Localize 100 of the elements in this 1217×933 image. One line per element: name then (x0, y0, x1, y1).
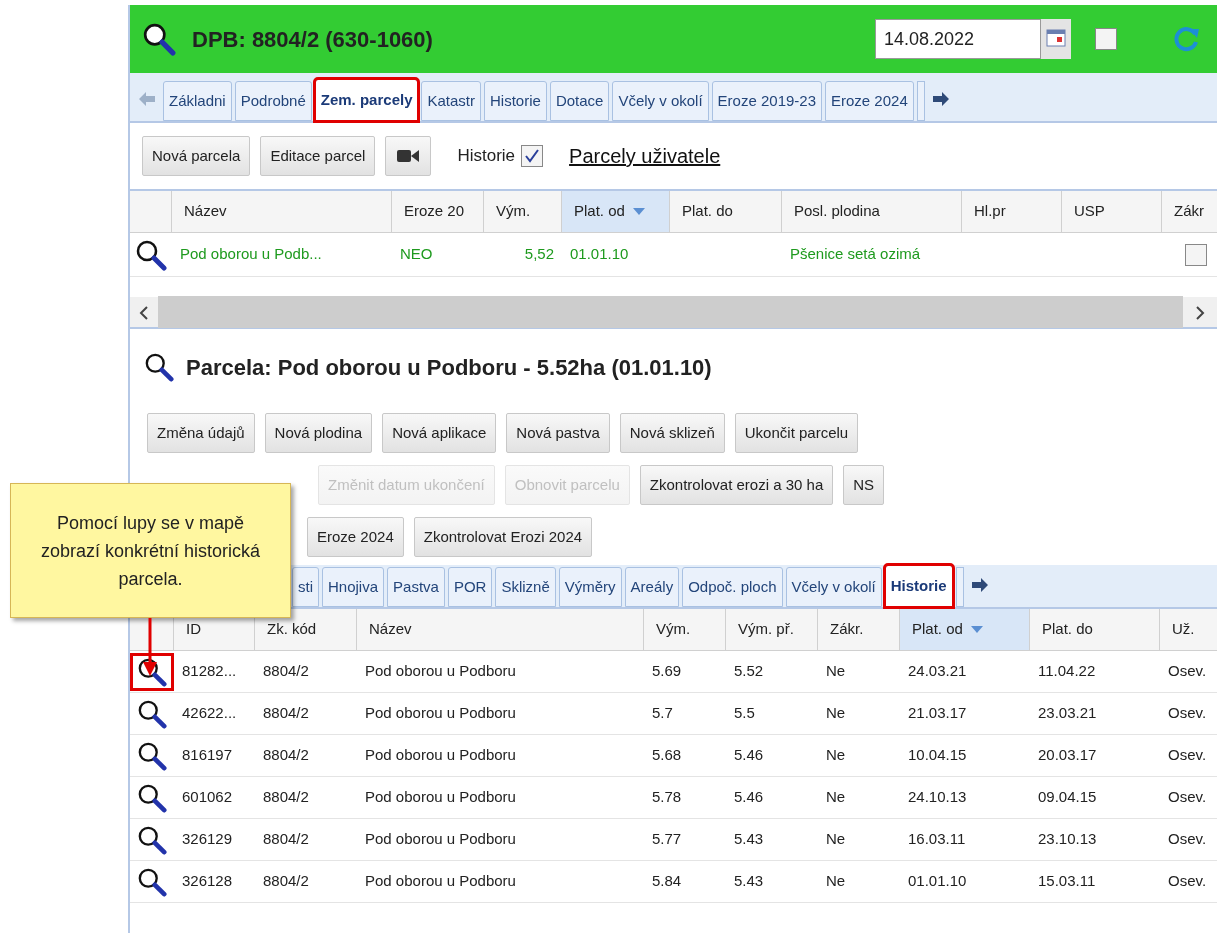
table-cell-text: Osev. (1168, 787, 1207, 808)
tab[interactable]: Areály (624, 567, 680, 607)
tab[interactable]: Zem. parcely (314, 79, 419, 121)
action-button[interactable]: Zkontrolovat Erozi 2024 (413, 517, 593, 557)
action-button[interactable]: Nová pastva (506, 413, 610, 453)
table-cell-text: Osev. (1168, 871, 1207, 892)
tab[interactable]: sti (292, 567, 319, 607)
table-cell-text: 8804/2 (263, 745, 309, 766)
column-header[interactable]: Zákr (1162, 191, 1217, 232)
table-cell-text: 5.7 (652, 703, 673, 724)
magnifier-icon[interactable] (137, 740, 167, 771)
table-cell-text: 8804/2 (263, 787, 309, 808)
right-arrow-icon[interactable] (931, 91, 950, 107)
magnifier-icon[interactable] (137, 782, 167, 813)
toolbar-button[interactable]: Editace parcel (260, 136, 376, 176)
magnifier-icon[interactable] (144, 352, 174, 382)
table-cell-text: 10.04.15 (908, 745, 967, 766)
table-cell-text: 5.46 (734, 787, 764, 808)
action-button[interactable]: Nová plodina (264, 413, 373, 453)
action-button[interactable]: Změna údajů (147, 413, 255, 453)
table-cell-text: Pod oborou u Podboru (365, 787, 516, 808)
column-header[interactable]: Plat. do (670, 191, 782, 232)
tab[interactable]: Výměry (558, 567, 622, 607)
table-cell-text: 8804/2 (263, 703, 309, 724)
tab[interactable]: Sklizně (495, 567, 556, 607)
table-cell-text: 8804/2 (263, 871, 309, 892)
column-header[interactable]: Eroze 20 (392, 191, 484, 232)
tab[interactable]: Včely v okolí (785, 567, 882, 607)
checkbox[interactable] (1095, 28, 1117, 50)
column-header[interactable]: Plat. od (562, 191, 670, 232)
right-arrow-icon[interactable] (970, 577, 989, 593)
column-header[interactable]: USP (1062, 191, 1162, 232)
tab[interactable]: Základni (163, 81, 232, 121)
tab[interactable]: POR (447, 567, 493, 607)
table-cell-text: NEO (400, 244, 433, 265)
table-cell-text: 81282... (182, 661, 237, 682)
pointer-arrow (143, 618, 157, 676)
scroll-right-icon[interactable] (1195, 305, 1205, 320)
video-button[interactable] (385, 136, 432, 176)
column-header[interactable]: Plat. od (900, 609, 1030, 650)
column-header[interactable]: Název (357, 609, 644, 650)
table-cell-text: Osev. (1168, 661, 1207, 682)
tab[interactable]: Katastr (421, 81, 481, 121)
tab[interactable]: Odpoč. ploch (682, 567, 783, 607)
sort-down-icon[interactable] (632, 207, 645, 216)
magnifier-icon[interactable] (137, 698, 167, 729)
callout-tooltip: Pomocí lupy se v mapě zobrazí konkrétní historická parcela. (10, 483, 291, 618)
table-cell-text: 816197 (182, 745, 233, 766)
table-cell-text: Pod oborou u Podboru (365, 703, 516, 724)
table-cell-text: 20.03.17 (1038, 745, 1097, 766)
magnifier-icon[interactable] (135, 238, 167, 271)
table-cell-text: Ne (826, 829, 846, 850)
column-header[interactable]: Posl. plodina (782, 191, 962, 232)
horizontal-scrollbar[interactable] (130, 297, 1217, 329)
history-checkbox[interactable] (521, 145, 544, 167)
magnifier-icon[interactable] (137, 866, 167, 897)
tab[interactable]: Historie (884, 565, 953, 607)
action-button[interactable]: Nová aplikace (382, 413, 497, 453)
action-button[interactable]: Nová sklizeň (619, 413, 725, 453)
table-cell-text: Ne (826, 661, 846, 682)
table-cell-text: 5.52 (734, 661, 764, 682)
tab[interactable]: Historie (484, 81, 547, 121)
magnifier-icon[interactable] (137, 824, 167, 855)
tab[interactable]: Eroze 2024 (825, 81, 914, 121)
tab[interactable]: Podrobné (234, 81, 312, 121)
column-header[interactable]: Hl.pr (962, 191, 1062, 232)
table-cell-text: Osev. (1168, 745, 1207, 766)
magnifier-icon[interactable] (142, 22, 176, 56)
date-field[interactable]: 14.08.2022 (875, 19, 1041, 59)
action-button[interactable]: Ukončit parcelu (734, 413, 859, 453)
calendar-icon[interactable] (1041, 19, 1071, 59)
toolbar-button[interactable]: Nová parcela (142, 136, 251, 176)
column-header[interactable]: Vým. př. (726, 609, 818, 650)
tab[interactable]: Eroze 2019-23 (711, 81, 822, 121)
table-cell-text: 5.43 (734, 871, 764, 892)
table-cell-text: 5.84 (652, 871, 682, 892)
table-cell-text: 24.03.21 (908, 661, 967, 682)
sort-down-icon[interactable] (970, 625, 983, 634)
row-checkbox[interactable] (1185, 243, 1207, 266)
column-header[interactable]: Plat. do (1030, 609, 1160, 650)
table-cell-text: Ne (826, 871, 846, 892)
column-header[interactable]: Vým. (644, 609, 726, 650)
tab[interactable]: Dotace (549, 81, 610, 121)
tab[interactable]: Hnojiva (322, 567, 385, 607)
action-button[interactable]: NS (843, 465, 885, 505)
column-header[interactable]: Už. (1160, 609, 1217, 650)
column-header[interactable]: Název (172, 191, 392, 232)
table-cell-text: 8804/2 (263, 661, 309, 682)
table-cell-text: 5.5 (734, 703, 755, 724)
table-cell-text: Pod oborou u Podboru (365, 661, 516, 682)
table-cell-text: 601062 (182, 787, 233, 808)
user-parcels-link[interactable]: Parcely uživatele (569, 141, 721, 171)
scroll-left-icon[interactable] (139, 305, 149, 320)
tab[interactable]: Včely v okolí (612, 81, 709, 121)
action-button[interactable]: Eroze 2024 (307, 517, 404, 557)
table-cell-text: 01.01.10 (908, 871, 967, 892)
tab[interactable]: Pastva (387, 567, 445, 607)
table-cell-text: Pšenice setá ozimá (790, 244, 921, 265)
action-button[interactable]: Zkontrolovat erozi a 30 ha (639, 465, 834, 505)
table-cell-text: 16.03.11 (908, 829, 966, 850)
